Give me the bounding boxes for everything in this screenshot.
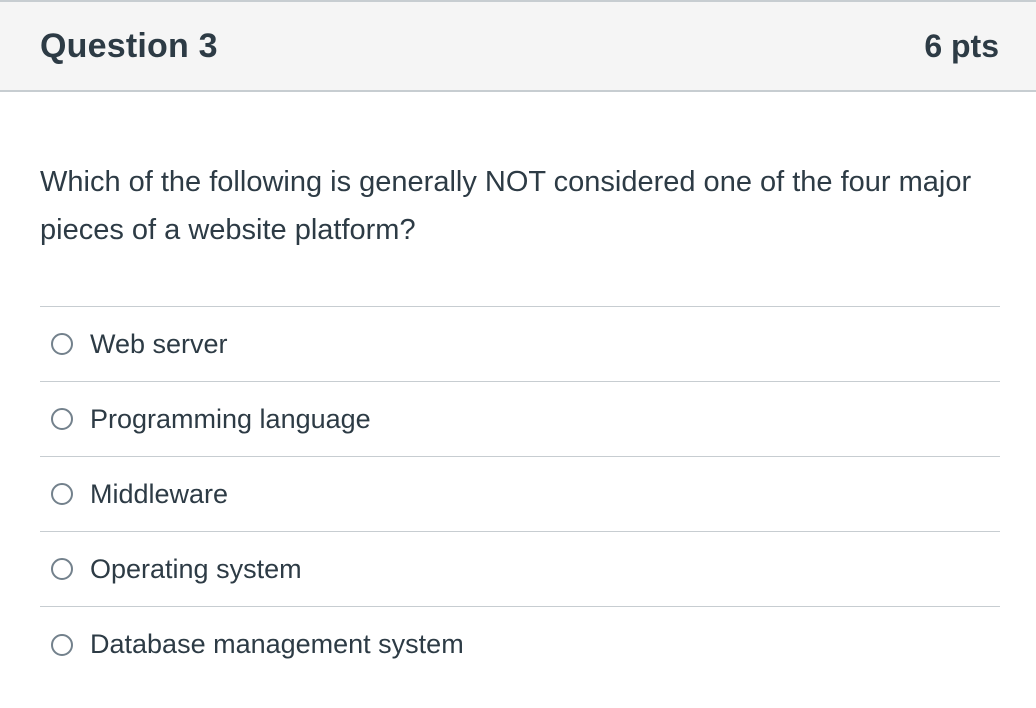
question-header: Question 3 6 pts [0, 2, 1036, 92]
question-body: Which of the following is generally NOT … [0, 92, 1036, 682]
answer-option-operating-system[interactable]: Operating system [40, 532, 1000, 607]
answer-option-web-server[interactable]: Web server [40, 307, 1000, 382]
radio-unchecked-icon[interactable] [51, 633, 73, 656]
question-points: 6 pts [924, 27, 999, 64]
answer-list: Web server Programming language Middlewa… [40, 306, 1000, 682]
answer-label: Database management system [90, 629, 464, 659]
question-text: Which of the following is generally NOT … [40, 166, 972, 246]
radio-unchecked-icon[interactable] [51, 333, 73, 355]
radio-unchecked-icon[interactable] [51, 408, 73, 430]
answer-option-database-management-system[interactable]: Database management system [40, 607, 1000, 682]
answer-label: Web server [90, 328, 228, 359]
question-title: Question 3 [40, 26, 218, 65]
answer-option-middleware[interactable]: Middleware [40, 457, 1000, 532]
answer-option-programming-language[interactable]: Programming language [40, 382, 1000, 457]
quiz-question-card: Question 3 6 pts Which of the following … [0, 0, 1036, 708]
answer-label: Programming language [90, 403, 371, 434]
radio-unchecked-icon[interactable] [51, 483, 73, 505]
answer-label: Middleware [90, 478, 229, 509]
radio-unchecked-icon[interactable] [51, 558, 73, 580]
answer-label: Operating system [90, 553, 302, 584]
